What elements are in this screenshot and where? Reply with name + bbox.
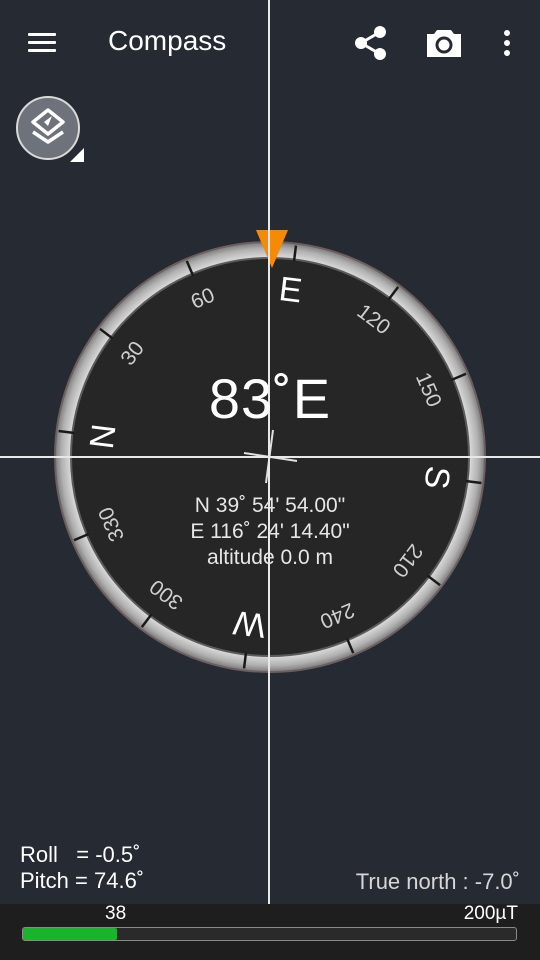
latitude-text: N 39˚ 54' 54.00" xyxy=(194,494,346,517)
magnetic-progress-bar xyxy=(22,927,517,941)
magnetic-max-label: 200µT xyxy=(463,903,518,924)
magnetic-progress-fill xyxy=(23,928,117,940)
cardinal-label: W xyxy=(231,603,267,645)
crosshair-vertical xyxy=(268,0,270,960)
magnetic-value-label: 38 xyxy=(105,903,127,924)
cardinal-label: S xyxy=(417,464,457,491)
heading-readout: 83˚E xyxy=(208,367,332,430)
compass-dial: 3060120150210240300330NESW xyxy=(54,230,486,673)
altitude-text: altitude 0.0 m xyxy=(206,546,334,569)
true-north-text: True north : -7.0˚ xyxy=(355,869,520,894)
cardinal-label: E xyxy=(277,270,304,310)
roll-text: Roll = -0.5˚ xyxy=(20,842,141,867)
orientation-readout: Roll = -0.5˚ Pitch = 74.6˚ xyxy=(20,842,144,894)
crosshair-horizontal xyxy=(0,456,540,458)
cardinal-label: N xyxy=(83,422,124,451)
pitch-text: Pitch = 74.6˚ xyxy=(20,868,145,893)
longitude-text: E 116˚ 24' 14.40" xyxy=(190,520,350,543)
location-readout: N 39˚ 54' 54.00" E 116˚ 24' 14.40" altit… xyxy=(150,493,390,571)
